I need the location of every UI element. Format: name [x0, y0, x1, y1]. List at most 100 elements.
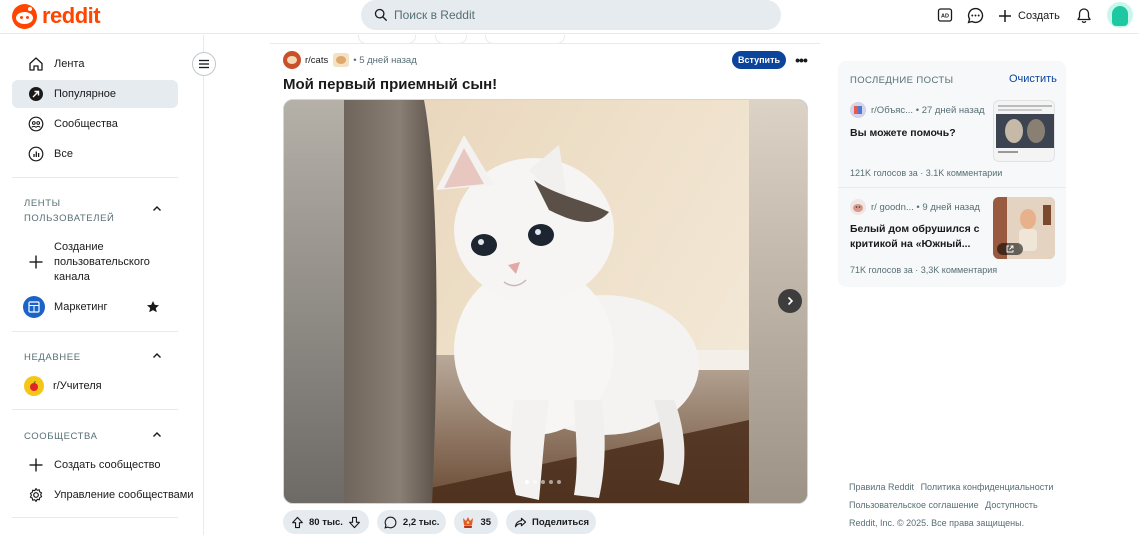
- sidebar-item-all[interactable]: Все: [12, 140, 178, 168]
- gallery-next-button[interactable]: [778, 289, 802, 313]
- sidebar-divider: [12, 409, 178, 410]
- sidebar-item-label: Все: [54, 148, 73, 160]
- gallery-dot[interactable]: [525, 480, 529, 484]
- create-button[interactable]: Создать: [997, 6, 1060, 26]
- sidebar-item-label: Популярное: [54, 88, 117, 100]
- communities-icon: [27, 115, 45, 133]
- plus-icon: [999, 10, 1011, 22]
- gallery-dot[interactable]: [549, 480, 553, 484]
- sidebar-divider: [12, 177, 178, 178]
- top-header: reddit AD Создать: [0, 0, 1139, 34]
- sidebar-item-home[interactable]: Лента: [12, 50, 178, 78]
- post-gallery[interactable]: [283, 99, 808, 504]
- user-flair-icon: [333, 53, 350, 67]
- search-input[interactable]: [394, 8, 754, 22]
- footer-accessibility-link[interactable]: Доступность: [985, 500, 1038, 510]
- recent-post-meta: r/Объяс... • 27 дней назад: [850, 102, 985, 118]
- award-button[interactable]: 35: [454, 510, 499, 534]
- create-custom-feed-label: Создание пользовательского канала: [54, 240, 150, 283]
- gallery-blur-left: [284, 100, 344, 503]
- reddit-snoo-icon: [12, 3, 37, 29]
- recent-post-meta: r/ goodn... • 9 дней назад: [850, 199, 980, 215]
- sidebar-divider: [12, 517, 178, 518]
- share-icon: [513, 515, 527, 529]
- recent-post-stats: 71K голосов за · 3,3K комментария: [850, 265, 998, 275]
- gallery-dot[interactable]: [557, 480, 561, 484]
- recent-post-title[interactable]: Белый дом обрушился с критикой на «Южный…: [850, 222, 990, 252]
- subreddit-name[interactable]: r/cats: [305, 55, 328, 66]
- recent-posts-panel: ПОСЛЕДНИЕ ПОСТЫ Очистить r/Объяс... • 27…: [838, 61, 1066, 287]
- custom-feeds-heading: ЛЕНТЫ ПОЛЬЗОВАТЕЛЕЙ: [24, 198, 115, 224]
- footer-privacy-link[interactable]: Политика конфиденциальности: [921, 482, 1054, 492]
- create-community-item[interactable]: Создать сообщество: [12, 451, 178, 479]
- sidebar-divider: [12, 331, 178, 332]
- recent-post-time: 27 дней назад: [921, 104, 985, 116]
- star-icon[interactable]: [146, 300, 160, 314]
- reddit-logo[interactable]: reddit: [12, 3, 101, 29]
- popular-icon: [27, 85, 45, 103]
- sidebar-item-communities[interactable]: Сообщества: [12, 110, 178, 138]
- clear-recent-button[interactable]: Очистить: [1009, 73, 1057, 85]
- marketing-feed-icon: [23, 296, 45, 318]
- external-link-icon: [997, 243, 1023, 255]
- share-button[interactable]: Поделиться: [506, 510, 597, 534]
- home-icon: [27, 55, 45, 73]
- sidebar-item-marketing[interactable]: Маркетинг: [12, 293, 178, 321]
- user-avatar[interactable]: [1107, 2, 1133, 28]
- share-label: Поделиться: [532, 516, 590, 528]
- subreddit-avatar[interactable]: [850, 102, 866, 118]
- award-count: 35: [480, 516, 492, 528]
- plus-icon: [27, 456, 45, 474]
- award-icon: [461, 515, 475, 529]
- post-time: 5 дней назад: [359, 54, 417, 66]
- footer-agreement-link[interactable]: Пользовательское соглашение: [849, 500, 979, 510]
- recent-post-subreddit[interactable]: r/Объяс...: [871, 105, 913, 116]
- post-actions: 80 тыс. 2,2 тыс. 35 Поделиться: [283, 510, 597, 534]
- downvote-icon[interactable]: [348, 515, 362, 529]
- recent-post-title[interactable]: Вы можете помочь?: [850, 126, 990, 141]
- more-options-icon[interactable]: •••: [792, 51, 810, 69]
- recent-posts-heading: ПОСЛЕДНИЕ ПОСТЫ: [850, 75, 954, 86]
- ads-icon[interactable]: AD: [936, 6, 954, 24]
- search-bar[interactable]: [361, 0, 781, 30]
- previous-post-edge: [270, 35, 820, 44]
- search-icon: [374, 8, 387, 21]
- create-community-label: Создать сообщество: [54, 459, 161, 471]
- create-custom-feed-item[interactable]: Создание пользовательского канала: [12, 239, 178, 285]
- recent-posts-divider: [838, 187, 1066, 188]
- sidebar-item-label: Маркетинг: [54, 301, 108, 313]
- plus-icon: [27, 253, 45, 271]
- recent-post-subreddit[interactable]: r/ goodn...: [871, 202, 914, 213]
- post-title[interactable]: Мой первый приемный сын!: [283, 76, 497, 93]
- join-button[interactable]: Вступить: [732, 51, 786, 69]
- comment-icon: [384, 515, 398, 529]
- comments-button[interactable]: 2,2 тыс.: [376, 510, 447, 534]
- footer-links: Правила Reddit Политика конфиденциальнос…: [849, 478, 1079, 532]
- vote-count: 80 тыс.: [309, 516, 343, 528]
- upvote-icon[interactable]: [290, 515, 304, 529]
- recent-post-time: 9 дней назад: [922, 201, 980, 213]
- notification-bell-icon[interactable]: [1075, 6, 1093, 24]
- cat-photo: [344, 100, 749, 503]
- gallery-dot[interactable]: [541, 480, 545, 484]
- recent-item-teachers[interactable]: r/Учителя: [12, 372, 178, 400]
- gallery-dot[interactable]: [533, 480, 537, 484]
- subreddit-avatar[interactable]: [850, 199, 866, 215]
- footer-copyright: Reddit, Inc. © 2025. Все права защищены.: [849, 518, 1025, 528]
- chat-icon[interactable]: [966, 6, 984, 24]
- recent-post-thumbnail[interactable]: [993, 100, 1055, 162]
- sidebar-item-popular[interactable]: Популярное: [12, 80, 178, 108]
- footer-rules-link[interactable]: Правила Reddit: [849, 482, 914, 492]
- menu-icon: [199, 59, 209, 69]
- chevron-up-icon[interactable]: [151, 203, 163, 215]
- subreddit-avatar[interactable]: [283, 51, 301, 69]
- recent-post-thumbnail[interactable]: [993, 197, 1055, 259]
- chevron-right-icon: [787, 296, 794, 306]
- sidebar-collapse-button[interactable]: [192, 52, 216, 76]
- chevron-up-icon[interactable]: [151, 429, 163, 441]
- manage-communities-label: Управление сообществами: [54, 489, 194, 501]
- sidebar-item-label: r/Учителя: [53, 380, 102, 392]
- sidebar-item-label: Лента: [54, 58, 85, 70]
- chevron-up-icon[interactable]: [151, 350, 163, 362]
- manage-communities-item[interactable]: Управление сообществами: [12, 481, 197, 509]
